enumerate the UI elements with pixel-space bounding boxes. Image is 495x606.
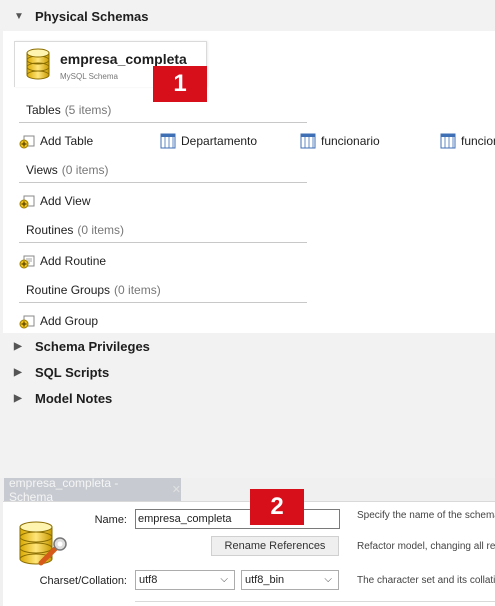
add-view-item[interactable]: Add View [19,193,90,209]
add-table-item[interactable]: Add Table [19,133,93,149]
add-routine-item[interactable]: Add Routine [19,253,106,269]
collation-value: utf8_bin [245,574,285,586]
table-icon [160,133,176,149]
table-item-funcion[interactable]: funcion [440,133,495,149]
add-routine-label: Add Routine [40,254,107,268]
table-item-departamento[interactable]: Departamento [160,133,257,149]
charset-select[interactable]: utf8 ⌵ [135,570,235,590]
section-title: SQL Scripts [35,364,110,380]
divider [19,122,307,123]
charset-value: utf8 [139,574,158,586]
divider [19,302,307,303]
schema-name: empresa_completa [60,51,187,67]
schema-settings-icon [19,521,67,566]
database-icon [26,48,50,80]
chevron-down-icon: ⌵ [324,574,332,585]
section-title: Model Notes [35,390,113,406]
expanded-triangle-icon: ▼ [14,10,24,22]
add-icon [19,313,35,329]
section-physical-schemas[interactable]: ▼ Physical Schemas [14,6,148,26]
chevron-down-icon: ⌵ [220,574,228,585]
table-icon [300,133,316,149]
table-label: Departamento [181,134,258,148]
section-title: Physical Schemas [35,8,149,24]
table-icon [440,133,456,149]
section-schema-privileges[interactable]: ▶ Schema Privileges [14,336,150,356]
divider [19,242,307,243]
divider [19,182,307,183]
add-icon [19,253,35,269]
collation-select[interactable]: utf8_bin ⌵ [241,570,339,590]
schema-name-field[interactable]: empresa_completa [135,509,340,529]
add-icon [19,133,35,149]
name-description: Specify the name of the schema [357,510,495,521]
table-label: funcion [461,134,495,148]
comments-area-edge [135,601,495,606]
charset-label: Charset/Collation: [39,575,127,587]
views-count: (0 items) [61,163,109,177]
model-overview: ▼ Physical Schemas empresa_completa MySQ… [0,0,495,478]
routine-groups-header: Routine Groups (0 items) [26,283,161,297]
add-view-label: Add View [40,194,91,208]
editor-tab-title: empresa_completa - Schema [9,475,119,504]
tables-label: Tables [26,103,61,117]
routines-label: Routines [26,223,74,237]
routines-group-header: Routines (0 items) [26,223,124,237]
add-icon [19,193,35,209]
tables-count: (5 items) [64,103,112,117]
rename-references-button[interactable]: Rename References [211,536,339,556]
views-label: Views [26,163,58,177]
annotation-badge-1: 1 [153,66,207,102]
routine-groups-count: (0 items) [114,283,161,297]
routines-count: (0 items) [77,223,125,237]
section-model-notes[interactable]: ▶ Model Notes [14,388,112,408]
tables-group-header: Tables (5 items) [26,103,111,117]
name-label: Name: [94,514,127,526]
routine-groups-label: Routine Groups [26,283,111,297]
add-group-label: Add Group [40,314,99,328]
collapsed-triangle-icon: ▶ [14,340,22,352]
add-table-label: Add Table [40,134,94,148]
table-item-funcionario[interactable]: funcionario [300,133,380,149]
annotation-badge-2: 2 [250,489,304,525]
close-icon[interactable]: ✕ [172,483,181,496]
section-title: Schema Privileges [35,338,150,354]
add-group-item[interactable]: Add Group [19,313,98,329]
collapsed-triangle-icon: ▶ [14,392,22,404]
schema-editor: Name: empresa_completa Specify the name … [3,501,495,606]
editor-tab-bar: empresa_completa - Schema ✕ [0,475,495,504]
views-group-header: Views (0 items) [26,163,108,177]
collapsed-triangle-icon: ▶ [14,366,22,378]
rename-description: Refactor model, changing all refer [357,541,495,552]
schema-panel: empresa_completa MySQL Schema Tables (5 i… [3,31,495,333]
table-label: funcionario [321,134,380,148]
section-sql-scripts[interactable]: ▶ SQL Scripts [14,362,109,382]
editor-tab[interactable]: empresa_completa - Schema ✕ [4,475,181,504]
charset-description: The character set and its collatio [357,575,495,586]
schema-type: MySQL Schema [60,72,118,81]
